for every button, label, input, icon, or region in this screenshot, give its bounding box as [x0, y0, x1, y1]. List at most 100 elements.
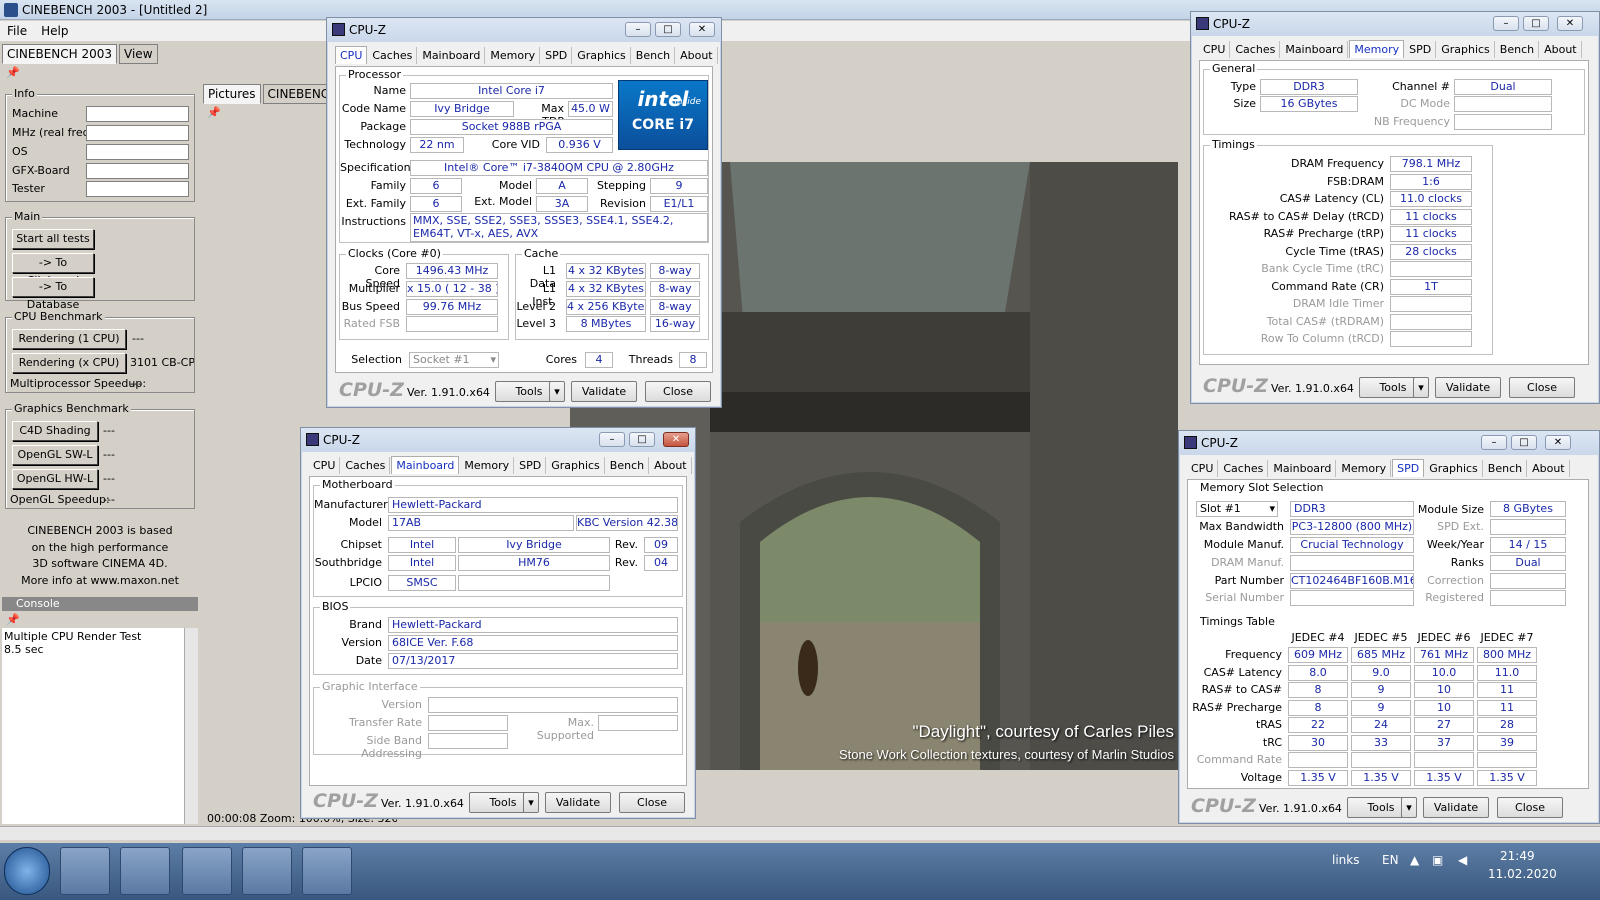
timings-row-label: CAS# Latency: [1203, 665, 1282, 679]
menu-file[interactable]: File: [0, 24, 34, 38]
tab-graphics[interactable]: Graphics: [547, 457, 605, 474]
taskbar-cinebench-icon[interactable]: [182, 847, 232, 895]
horizontal-scrollbar[interactable]: [0, 826, 1600, 840]
validate-button[interactable]: Validate: [571, 381, 637, 402]
close-icon[interactable]: ✕: [689, 22, 715, 37]
taskbar-floppy-icon[interactable]: [60, 847, 110, 895]
tools-dropdown-icon[interactable]: ▾: [1413, 377, 1429, 398]
tab-cpu[interactable]: CPU: [1187, 460, 1219, 477]
tab-bench[interactable]: Bench: [632, 47, 676, 64]
volume-icon[interactable]: ◀: [1458, 853, 1467, 867]
tab-bench[interactable]: Bench: [1496, 41, 1540, 58]
maximize-icon[interactable]: □: [629, 432, 655, 447]
tab-about[interactable]: About: [676, 47, 718, 64]
cpuz-window-cpu: CPU-Z – □ ✕ CPU Caches Mainboard Memory SPD Gra…: [326, 17, 722, 408]
timings-cell: [1477, 752, 1537, 768]
tab-cinebench-2003[interactable]: CINEBENCH 2003: [2, 44, 118, 64]
tab-spd[interactable]: SPD: [541, 47, 573, 64]
slot-select[interactable]: Slot #1 ▾: [1196, 501, 1278, 517]
network-icon[interactable]: ▣: [1432, 853, 1443, 867]
minimize-icon[interactable]: –: [1493, 16, 1519, 31]
clock-time[interactable]: 21:49: [1500, 849, 1535, 863]
language-indicator[interactable]: EN: [1382, 853, 1399, 867]
tab-spd[interactable]: SPD: [1392, 459, 1425, 477]
tab-caches[interactable]: Caches: [368, 47, 418, 64]
minimize-icon[interactable]: –: [625, 22, 651, 37]
pin-icon[interactable]: 📌: [6, 66, 20, 79]
machine-field[interactable]: [86, 106, 189, 122]
close-icon[interactable]: ✕: [1545, 435, 1571, 450]
rendering-xcpu-button[interactable]: Rendering (x CPU): [12, 353, 126, 373]
tab-memory[interactable]: Memory: [460, 457, 515, 474]
mhz-field[interactable]: [86, 125, 189, 141]
maximize-icon[interactable]: □: [1511, 435, 1537, 450]
clock-date[interactable]: 11.02.2020: [1488, 867, 1557, 881]
tab-memory[interactable]: Memory: [1349, 40, 1405, 58]
timing-value: 11 clocks: [1390, 208, 1472, 225]
gfx-board-field[interactable]: [86, 163, 189, 179]
tray-arrow-icon[interactable]: ▲: [1410, 853, 1419, 867]
tab-caches[interactable]: Caches: [341, 457, 391, 474]
tab-mainboard[interactable]: Mainboard: [1281, 41, 1349, 58]
tools-dropdown-icon[interactable]: ▾: [523, 792, 539, 813]
maximize-icon[interactable]: □: [1523, 16, 1549, 31]
close-button[interactable]: Close: [645, 381, 711, 402]
start-button[interactable]: [4, 847, 50, 895]
taskbar-explorer-icon[interactable]: [242, 847, 292, 895]
tab-memory[interactable]: Memory: [486, 47, 541, 64]
tester-field[interactable]: [86, 181, 189, 197]
tab-bench[interactable]: Bench: [606, 457, 650, 474]
menu-help[interactable]: Help: [34, 24, 75, 38]
tab-cpu[interactable]: CPU: [1199, 41, 1231, 58]
tab-graphics[interactable]: Graphics: [1437, 41, 1495, 58]
taskbar-cpuz-icon[interactable]: [302, 847, 352, 895]
close-button[interactable]: Close: [1497, 797, 1563, 818]
tab-about[interactable]: About: [1528, 460, 1570, 477]
opengl-hwl-button[interactable]: OpenGL HW-L: [12, 469, 98, 489]
tab-graphics[interactable]: Graphics: [1425, 460, 1483, 477]
to-database-button[interactable]: -> To Database: [12, 277, 94, 311]
tab-graphics[interactable]: Graphics: [573, 47, 631, 64]
opengl-swl-button[interactable]: OpenGL SW-L: [12, 445, 98, 465]
tab-about[interactable]: About: [1540, 41, 1582, 58]
tab-mainboard[interactable]: Mainboard: [391, 456, 460, 474]
close-icon[interactable]: ✕: [663, 432, 689, 447]
close-button[interactable]: Close: [619, 792, 685, 813]
validate-button[interactable]: Validate: [1423, 797, 1489, 818]
tab-pictures[interactable]: Pictures: [203, 84, 261, 104]
tab-spd[interactable]: SPD: [515, 457, 547, 474]
console-pin-icon[interactable]: 📌: [6, 613, 20, 626]
tab-view[interactable]: View: [119, 44, 158, 64]
rendering-1cpu-button[interactable]: Rendering (1 CPU): [12, 329, 126, 349]
tab-bench[interactable]: Bench: [1484, 460, 1528, 477]
tab-cpu[interactable]: CPU: [309, 457, 341, 474]
c4d-shading-button[interactable]: C4D Shading: [12, 421, 98, 441]
tab-spd[interactable]: SPD: [1405, 41, 1437, 58]
ext-model-label: Ext. Model: [474, 195, 532, 208]
viewer-pin-icon[interactable]: 📌: [207, 106, 221, 119]
socket-select[interactable]: Socket #1 ▾: [409, 352, 499, 368]
validate-button[interactable]: Validate: [545, 792, 611, 813]
tools-dropdown-icon[interactable]: ▾: [549, 381, 565, 402]
tab-caches[interactable]: Caches: [1231, 41, 1281, 58]
validate-button[interactable]: Validate: [1435, 377, 1501, 398]
tab-mainboard[interactable]: Mainboard: [1269, 460, 1337, 477]
tab-memory[interactable]: Memory: [1337, 460, 1392, 477]
minimize-icon[interactable]: –: [599, 432, 625, 447]
tab-mainboard[interactable]: Mainboard: [418, 47, 486, 64]
console-scrollbar[interactable]: [184, 628, 198, 824]
l1-data-ways: 8-way: [650, 263, 700, 279]
close-icon[interactable]: ✕: [1557, 16, 1583, 31]
os-field[interactable]: [86, 144, 189, 160]
tab-caches[interactable]: Caches: [1219, 460, 1269, 477]
tab-cpu[interactable]: CPU: [335, 46, 368, 64]
minimize-icon[interactable]: –: [1481, 435, 1507, 450]
close-button[interactable]: Close: [1509, 377, 1575, 398]
tools-dropdown-icon[interactable]: ▾: [1401, 797, 1417, 818]
to-clipboard-button[interactable]: -> To Clipboard: [12, 253, 94, 287]
taskbar-links[interactable]: links: [1332, 853, 1359, 867]
taskbar-chrome-icon[interactable]: [120, 847, 170, 895]
tab-about[interactable]: About: [650, 457, 692, 474]
start-all-tests-button[interactable]: Start all tests: [12, 229, 94, 249]
maximize-icon[interactable]: □: [655, 22, 681, 37]
